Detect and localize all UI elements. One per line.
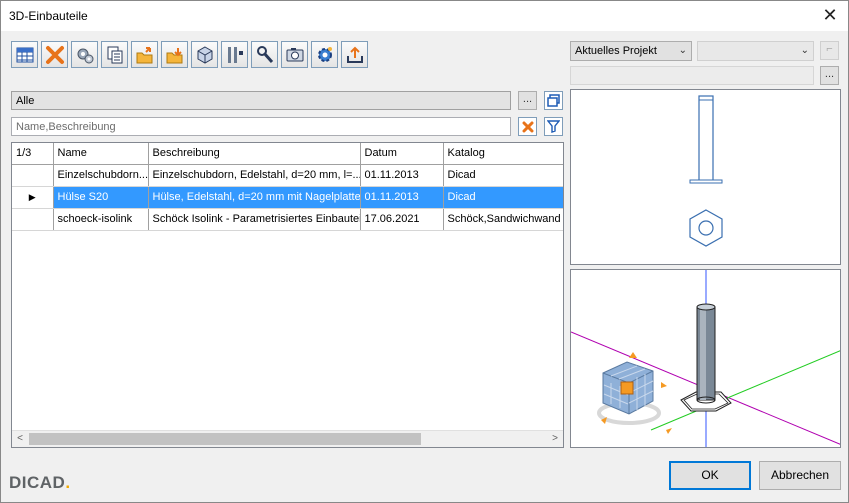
row-header[interactable] <box>12 164 54 187</box>
window-title: 3D-Einbauteile <box>9 9 88 23</box>
brand-dot: . <box>65 473 71 492</box>
toolbar <box>11 41 371 71</box>
dicad-logo: DICAD. <box>9 473 71 493</box>
record-counter: 1/3 <box>12 143 54 165</box>
clear-x-icon <box>522 121 533 132</box>
column-header-name[interactable]: Name <box>53 143 149 165</box>
wrench-icon <box>256 45 273 63</box>
search-placeholder: Name,Beschreibung <box>16 121 116 133</box>
new-window-button[interactable] <box>544 91 563 110</box>
search-input[interactable]: Name,Beschreibung <box>11 117 511 136</box>
project-action-button[interactable]: ⌐ <box>820 41 839 60</box>
gear-icon <box>317 46 332 62</box>
gears-icon <box>77 48 93 63</box>
cell-name[interactable]: Einzelschubdorn... <box>53 164 149 187</box>
folder-export-icon <box>136 46 152 63</box>
scrollbar-thumb[interactable] <box>29 433 421 445</box>
cell-catalog[interactable]: Dicad <box>443 186 563 209</box>
scroll-left-icon[interactable]: < <box>12 432 28 447</box>
project-path-field <box>570 66 814 85</box>
cell-date[interactable]: 17.06.2021 <box>360 208 444 231</box>
column-header-description[interactable]: Beschreibung <box>148 143 361 165</box>
copy-button[interactable] <box>101 41 128 68</box>
table-row[interactable]: schoeck-isolink Schöck Isolink - Paramet… <box>12 208 563 231</box>
parts-settings-button[interactable] <box>71 41 98 68</box>
table-icon <box>16 47 33 62</box>
view-cube-icon <box>597 352 672 434</box>
category-browse-button[interactable]: ... <box>518 91 537 110</box>
clear-filter-button[interactable] <box>518 117 537 136</box>
camera-button[interactable] <box>281 41 308 68</box>
close-icon[interactable]: ✕ <box>818 5 842 27</box>
import-button[interactable] <box>161 41 188 68</box>
project-scope-value: Aktuelles Projekt <box>575 45 657 57</box>
cell-name[interactable]: schoeck-isolink <box>53 208 149 231</box>
row-header[interactable] <box>12 208 54 231</box>
part-3d-view <box>571 270 840 447</box>
cell-description[interactable]: Einzelschubdorn, Edelstahl, d=20 mm, l=.… <box>148 164 361 187</box>
cell-date[interactable]: 01.11.2013 <box>360 164 444 187</box>
chevron-down-icon: ⌄ <box>800 45 809 56</box>
2d-preview-panel <box>570 89 841 265</box>
gear-button[interactable] <box>311 41 338 68</box>
filter-button[interactable] <box>544 117 563 136</box>
y-axis-line <box>650 350 840 431</box>
horizontal-scrollbar[interactable]: < > <box>12 430 563 447</box>
cell-description[interactable]: Schöck Isolink - Parametrisiertes Einbau… <box>148 208 361 231</box>
category-field[interactable]: Alle <box>11 91 511 110</box>
box-3d-icon <box>197 45 212 64</box>
project-browse-button[interactable]: ... <box>820 66 839 85</box>
parts-table: 1/3 Name Beschreibung Datum Katalog Einz… <box>11 142 564 448</box>
copy-icon <box>107 46 122 63</box>
ok-button[interactable]: OK <box>669 461 751 490</box>
camera-icon <box>286 47 303 61</box>
restore-window-icon <box>547 94 560 107</box>
cell-catalog[interactable]: Schöck,Sandwichwand <box>443 208 563 231</box>
delete-button[interactable] <box>41 41 68 68</box>
title-bar: 3D-Einbauteile ✕ <box>1 1 848 31</box>
current-row-marker-icon[interactable]: ▶ <box>12 186 54 209</box>
category-value: Alle <box>16 95 35 107</box>
export-button[interactable] <box>131 41 158 68</box>
table-header-row: 1/3 Name Beschreibung Datum Katalog <box>12 143 563 165</box>
3d-preview-panel[interactable] <box>570 269 841 448</box>
funnel-icon <box>547 120 560 133</box>
dialog-window: 3D-Einbauteile ✕ Alle ... Name,Beschreib… <box>0 0 849 503</box>
column-header-catalog[interactable]: Katalog <box>443 143 563 165</box>
cell-catalog[interactable]: Dicad <box>443 164 563 187</box>
key-button[interactable] <box>251 41 278 68</box>
cell-description[interactable]: Hülse, Edelstahl, d=20 mm mit Nagelplatt… <box>148 186 361 209</box>
cell-name[interactable]: Hülse S20 <box>53 186 149 209</box>
column-header-date[interactable]: Datum <box>360 143 444 165</box>
cancel-button[interactable]: Abbrechen <box>759 461 841 490</box>
box-button[interactable] <box>191 41 218 68</box>
cell-date[interactable]: 01.11.2013 <box>360 186 444 209</box>
chevron-down-icon: ⌄ <box>678 45 687 56</box>
upload-button[interactable] <box>341 41 368 68</box>
part-2d-drawing <box>689 95 723 247</box>
table-view-button[interactable] <box>11 41 38 68</box>
project-scope-select[interactable]: Aktuelles Projekt ⌄ <box>570 41 692 61</box>
delete-x-icon <box>45 45 64 64</box>
tools-icon <box>227 46 243 63</box>
upload-icon <box>346 46 363 63</box>
table-row[interactable]: Einzelschubdorn... Einzelschubdorn, Edel… <box>12 164 563 187</box>
scroll-right-icon[interactable]: > <box>547 432 563 447</box>
folder-import-icon <box>166 47 182 63</box>
tools-button[interactable] <box>221 41 248 68</box>
brand-text: DICAD <box>9 473 66 492</box>
table-row-selected[interactable]: ▶ Hülse S20 Hülse, Edelstahl, d=20 mm mi… <box>12 186 563 209</box>
project-select[interactable]: ⌄ <box>697 41 814 61</box>
